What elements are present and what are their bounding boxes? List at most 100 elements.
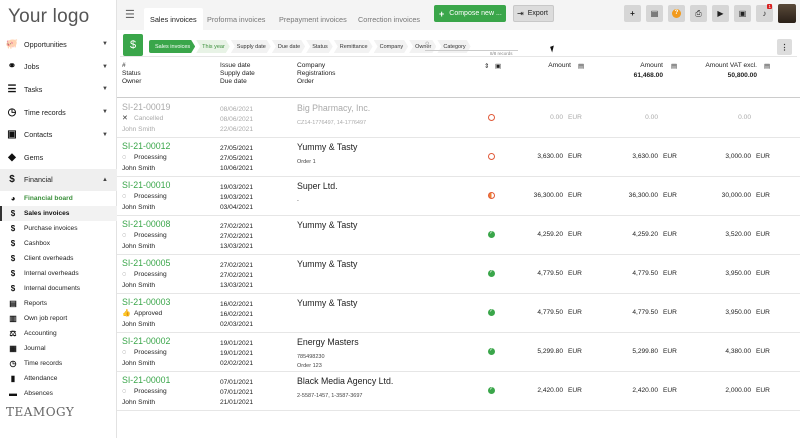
invoice-number-link[interactable]: SI-21-00005 <box>122 258 170 268</box>
table-row[interactable]: SI-21-00008 ◌ Processing John Smith 27/02/20… <box>117 216 800 255</box>
sidebar-subitem-client-overheads[interactable]: $ Client overheads <box>0 251 117 266</box>
invoice-number-link[interactable]: SI-21-00019 <box>122 102 170 112</box>
currency: EUR <box>756 192 770 199</box>
invoice-number-link[interactable]: SI-21-00010 <box>122 180 170 190</box>
sidebar-subitem-cashbox[interactable]: $ Cashbox <box>0 236 117 251</box>
supply-date: 27/02/2021 <box>220 233 254 240</box>
compose-new-button[interactable]: + Compose new ... <box>434 5 506 22</box>
chevron-down-icon[interactable]: ▼ <box>102 64 108 70</box>
company-link[interactable]: Big Pharmacy, Inc. <box>297 103 370 113</box>
sidebar-item-time-records[interactable]: ◷ Time records ▼ <box>0 101 117 124</box>
chevron-down-icon[interactable]: ▼ <box>102 86 108 92</box>
chat-icon[interactable]: ▣ <box>734 5 751 22</box>
filter-chip-remittance[interactable]: Remittance <box>334 40 373 53</box>
amount: 4,259.20 <box>537 231 563 238</box>
invoice-number-link[interactable]: SI-21-00002 <box>122 336 170 346</box>
sidebar-subitem-financial-board[interactable]: ◕ Financial board <box>0 191 117 206</box>
bell-icon[interactable]: ♪ 1 <box>756 4 773 22</box>
company-link[interactable]: Yummy & Tasty <box>297 298 357 308</box>
app-logo[interactable]: Your logo <box>8 6 89 28</box>
filter-chip-due-date[interactable]: Due date <box>272 40 305 53</box>
sidebar-item-gems[interactable]: ◆ Gems <box>0 146 117 169</box>
avatar[interactable] <box>778 4 796 23</box>
tab-proforma-invoices[interactable]: Proforma invoices <box>201 8 271 30</box>
header-order[interactable]: Order <box>297 78 314 86</box>
company-link[interactable]: Yummy & Tasty <box>297 259 357 269</box>
print-icon[interactable]: ⎙ <box>690 5 707 22</box>
tab-correction-invoices[interactable]: Correction invoices <box>352 8 426 30</box>
invoice-number-link[interactable]: SI-21-00012 <box>122 141 170 151</box>
tab-sales-invoices[interactable]: Sales invoices <box>144 8 203 30</box>
dollar-icon: $ <box>10 269 16 279</box>
filter-chip-status[interactable]: Status <box>306 40 333 53</box>
sidebar-item-financial[interactable]: $ Financial ▲ <box>0 168 117 192</box>
chevron-up-icon[interactable]: ▲ <box>102 177 108 183</box>
invoice-number-link[interactable]: SI-21-00003 <box>122 297 170 307</box>
sidebar-subitem-sales-invoices[interactable]: $ Sales invoices <box>0 206 117 222</box>
header-amount[interactable]: Amount <box>517 62 571 70</box>
company-link[interactable]: Black Media Agency Ltd. <box>297 376 393 386</box>
company-link[interactable]: Yummy & Tasty <box>297 142 357 152</box>
header-company[interactable]: Company <box>297 62 325 70</box>
more-options-icon[interactable]: ⋮ <box>777 39 792 55</box>
sidebar-subitem-absences[interactable]: ▬ Absences <box>0 386 117 401</box>
header-supply-date[interactable]: Supply date <box>220 70 255 78</box>
header-issue-date[interactable]: Issue date <box>220 62 250 70</box>
chevron-down-icon[interactable]: ▼ <box>102 109 108 115</box>
table-row[interactable]: SI-21-00003 👍 Approved John Smith 16/02/2021… <box>117 294 800 333</box>
export-button[interactable]: ⇥ Export <box>513 5 554 22</box>
add-icon[interactable]: + <box>624 5 641 22</box>
chevron-down-icon[interactable]: ▼ <box>102 41 108 47</box>
filter-chip-supply-date[interactable]: Supply date <box>231 40 271 53</box>
table-row[interactable]: SI-21-00001 ◌ Processing John Smith 07/01/20… <box>117 372 800 411</box>
invoice-number-link[interactable]: SI-21-00008 <box>122 219 170 229</box>
company-link[interactable]: Energy Masters <box>297 337 359 347</box>
table-row[interactable]: SI-21-00019 ✕ Cancelled John Smith 08/06/202… <box>117 99 800 138</box>
sidebar-item-jobs[interactable]: ⚭ Jobs ▼ <box>0 56 117 79</box>
header-due-date[interactable]: Due date <box>220 78 247 86</box>
header-registrations[interactable]: Registrations <box>297 70 335 78</box>
sidebar-item-contacts[interactable]: ▣ Contacts ▼ <box>0 123 117 146</box>
table-row[interactable]: SI-21-00005 ◌ Processing John Smith 27/02/20… <box>117 255 800 294</box>
notes-icon[interactable]: ▤ <box>646 5 663 22</box>
sidebar-subitem-internal-documents[interactable]: $ Internal documents <box>0 281 117 296</box>
hamburger-menu-icon[interactable]: ☰ <box>125 8 135 21</box>
table-row[interactable]: SI-21-00012 ◌ Processing John Smith 27/05/20… <box>117 138 800 177</box>
filter-chip-this-year[interactable]: This year <box>196 40 230 53</box>
header-amount-2[interactable]: Amount <box>607 62 663 70</box>
document-dollar-icon[interactable]: $ <box>123 34 143 56</box>
chevron-down-icon[interactable]: ▼ <box>102 132 108 138</box>
search-input[interactable]: ⚲ <box>425 42 518 51</box>
sidebar-subitem-journal[interactable]: ▦ Journal <box>0 341 117 356</box>
header-amount-vat-excl[interactable]: Amount VAT excl. <box>695 62 757 70</box>
due-date: 02/03/2021 <box>220 321 254 328</box>
sidebar-subitem-time-records[interactable]: ◷ Time records <box>0 356 117 371</box>
file-icon[interactable]: ▤ <box>578 62 584 70</box>
company-link[interactable]: Yummy & Tasty <box>297 220 357 230</box>
table-row[interactable]: SI-21-00002 ◌ Processing John Smith 19/01/20… <box>117 333 800 372</box>
company-link[interactable]: Super Ltd. <box>297 181 338 191</box>
remittance-icon[interactable]: ▣ <box>495 62 501 70</box>
sidebar-subitem-accounting[interactable]: ⚖ Accounting <box>0 326 117 341</box>
filter-chip-company[interactable]: Company <box>374 40 409 53</box>
sidebar-item-tasks[interactable]: ☰ Tasks ▼ <box>0 78 117 101</box>
video-icon[interactable]: ▶ <box>712 5 729 22</box>
invoice-number-link[interactable]: SI-21-00001 <box>122 375 170 385</box>
tab-prepayment-invoices[interactable]: Prepayment invoices <box>273 8 353 30</box>
sort-icon[interactable]: ⇕ <box>484 62 489 70</box>
sidebar-subitem-attendance[interactable]: ▮ Attendance <box>0 371 117 386</box>
filter-chip-sales-invoices[interactable]: Sales invoices <box>149 40 195 53</box>
sidebar-subitem-own-job-report[interactable]: ▥ Own job report <box>0 311 117 326</box>
table-row[interactable]: SI-21-00010 ◌ Processing John Smith 19/03/20… <box>117 177 800 216</box>
sidebar-subitem-purchase-invoices[interactable]: $ Purchase invoices <box>0 221 117 236</box>
sidebar-subitem-internal-overheads[interactable]: $ Internal overheads <box>0 266 117 281</box>
sidebar-subitem-reports[interactable]: ▤ Reports <box>0 296 117 311</box>
file-icon[interactable]: ▤ <box>671 62 677 70</box>
header-number[interactable]: # <box>122 62 126 70</box>
status: ◌ Processing <box>122 387 167 397</box>
file-icon[interactable]: ▤ <box>764 62 770 70</box>
help-icon[interactable]: ? <box>668 5 685 22</box>
header-owner[interactable]: Owner <box>122 78 141 86</box>
header-status[interactable]: Status <box>122 70 141 78</box>
sidebar-item-opportunities[interactable]: 🐖 Opportunities ▼ <box>0 33 117 56</box>
